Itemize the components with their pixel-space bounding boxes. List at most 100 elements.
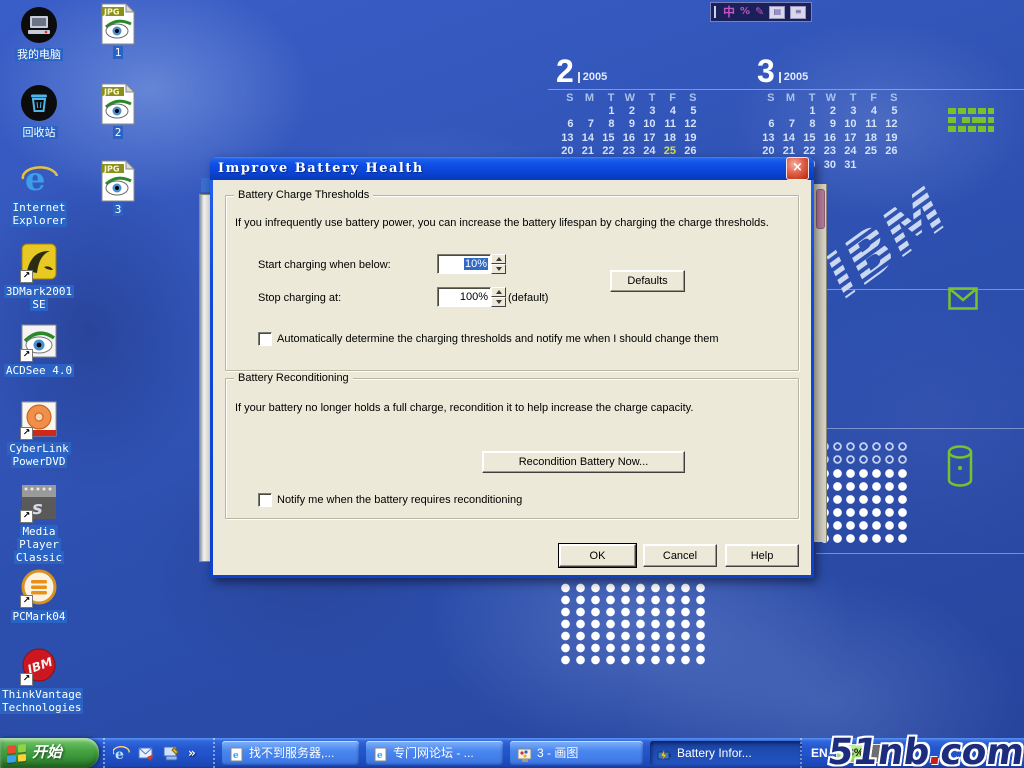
calendar-day: 14 bbox=[577, 132, 598, 145]
group-title: Battery Reconditioning bbox=[234, 372, 353, 385]
desktop-icon-3dmark2001[interactable]: ↗ 3DMark2001 SE bbox=[0, 242, 78, 311]
calendar-day: 18 bbox=[659, 132, 680, 145]
calendar-weekday: F bbox=[659, 92, 680, 105]
dot-grid bbox=[558, 582, 710, 666]
cylinder-icon bbox=[946, 444, 974, 488]
task-button-paint[interactable]: 3 - 画图 bbox=[510, 741, 643, 765]
dialog-titlebar[interactable]: Improve Battery Health × bbox=[210, 157, 814, 180]
start-threshold-input[interactable]: 10% bbox=[437, 254, 491, 274]
quick-launch-overflow-chevron[interactable]: » bbox=[188, 746, 196, 760]
calendar-day: 14 bbox=[778, 132, 799, 145]
desktop-icon-internet-explorer[interactable]: e Internet Explorer bbox=[0, 158, 78, 227]
task-button-forum[interactable]: e 专门网论坛 - ... bbox=[366, 741, 503, 765]
language-bar-grip-icon[interactable] bbox=[714, 6, 718, 18]
start-threshold-spinner: 10% bbox=[437, 254, 506, 274]
task-button-label: Battery Infor... bbox=[677, 741, 752, 765]
language-bar[interactable]: 中 % ✎ ▤ ≡ bbox=[710, 2, 812, 22]
internet-explorer-icon[interactable]: e bbox=[113, 745, 130, 762]
start-button[interactable]: 开始 bbox=[0, 738, 99, 768]
auto-determine-checkbox[interactable] bbox=[258, 332, 272, 346]
desktop-icon-recycle-bin[interactable]: 回收站 bbox=[0, 83, 78, 139]
calendar-day: 8 bbox=[798, 118, 819, 131]
ime-pen-icon[interactable]: ✎ bbox=[755, 5, 764, 19]
paint-icon bbox=[517, 746, 532, 761]
stop-threshold-input[interactable]: 100% bbox=[437, 287, 491, 307]
calendar-weekday: S bbox=[757, 92, 778, 105]
my-computer-icon bbox=[19, 5, 59, 47]
notify-reconditioning-label[interactable]: Notify me when the battery requires reco… bbox=[277, 493, 522, 507]
svg-text:e: e bbox=[233, 751, 239, 761]
calendar-day: 2 bbox=[618, 105, 639, 118]
group-title: Battery Charge Thresholds bbox=[234, 189, 373, 202]
calendar-weekday: S bbox=[679, 92, 700, 105]
desktop: IBM 2 2005 SMTWTFS1234567891011121314151… bbox=[0, 0, 1024, 768]
calendar-weekday: T bbox=[638, 92, 659, 105]
battery-icon bbox=[657, 746, 672, 761]
calendar-weekday: T bbox=[597, 92, 618, 105]
desktop-icon-pcmark04[interactable]: ↗ PCMark04 bbox=[0, 567, 78, 623]
calendar-day: 19 bbox=[880, 132, 901, 145]
shortcut-arrow-icon: ↗ bbox=[20, 673, 33, 686]
ime-fullwidth-icon[interactable]: % bbox=[740, 5, 750, 19]
battery-percent: 58% bbox=[842, 746, 864, 761]
task-button-label: 专门网论坛 - ... bbox=[393, 741, 474, 765]
calendar-day: 7 bbox=[778, 118, 799, 131]
recondition-now-button[interactable]: Recondition Battery Now... bbox=[482, 451, 685, 473]
calendar-day: 9 bbox=[819, 118, 840, 131]
close-button[interactable]: × bbox=[786, 157, 809, 180]
calendar-day: 11 bbox=[659, 118, 680, 131]
calendar-day: 8 bbox=[597, 118, 618, 131]
cancel-button[interactable]: Cancel bbox=[643, 544, 717, 567]
calendar-march-2005: 3 2005 SMTWTFS12345678910111213141516171… bbox=[757, 56, 901, 172]
desktop-icon-jpg-1[interactable]: JPG 1 bbox=[79, 3, 157, 59]
tray-battery-meter[interactable]: 58% bbox=[836, 744, 884, 763]
spin-down-button[interactable] bbox=[491, 297, 506, 307]
spin-up-button[interactable] bbox=[491, 287, 506, 297]
desktop-icon-powerdvd[interactable]: ↗ CyberLink PowerDVD bbox=[0, 399, 78, 468]
defaults-button[interactable]: Defaults bbox=[610, 270, 685, 292]
pcmark04-icon: ↗ bbox=[19, 567, 59, 609]
calendar-day: 17 bbox=[839, 132, 860, 145]
desktop-icon-thinkvantage[interactable]: IBM ↗ ThinkVantage Technologies bbox=[0, 645, 78, 714]
calendar-day: 30 bbox=[819, 159, 840, 172]
up-arrow-icon bbox=[496, 290, 502, 294]
task-button-battery-information[interactable]: Battery Infor... bbox=[650, 741, 802, 765]
notify-reconditioning-checkbox[interactable] bbox=[258, 493, 272, 507]
stop-charging-label: Stop charging at: bbox=[258, 291, 341, 305]
spin-up-button[interactable] bbox=[491, 254, 506, 264]
calendar-weekday: T bbox=[798, 92, 819, 105]
ie-page-icon: e bbox=[229, 746, 244, 761]
calendar-day: 6 bbox=[757, 118, 778, 131]
language-indicator[interactable]: EN bbox=[811, 746, 828, 760]
tray-notification-icon[interactable] bbox=[892, 747, 902, 760]
calendar-day: 24 bbox=[839, 145, 860, 158]
ime-chinese-icon[interactable]: 中 bbox=[723, 5, 735, 19]
desktop-icon-jpg-2[interactable]: JPG 2 bbox=[79, 83, 157, 139]
help-button[interactable]: Help bbox=[725, 544, 799, 567]
ok-button[interactable]: OK bbox=[559, 544, 636, 567]
calendar-day: 31 bbox=[839, 159, 860, 172]
wallpaper-line bbox=[816, 553, 1024, 554]
3dmark2001-icon: ↗ bbox=[19, 242, 59, 284]
wallpaper-line bbox=[816, 428, 1024, 429]
calendar-day: 1 bbox=[597, 105, 618, 118]
quick-launch-bar: e » bbox=[103, 738, 215, 768]
jpg-file-icon: JPG bbox=[98, 83, 138, 125]
calendar-weekday: M bbox=[778, 92, 799, 105]
ime-menu-icon[interactable]: ≡ bbox=[790, 6, 806, 19]
desktop-icon-media-player-classic[interactable]: s ↗ Media Player Classic bbox=[0, 482, 78, 564]
envelope-icon bbox=[948, 287, 978, 310]
show-desktop-icon[interactable] bbox=[163, 745, 180, 762]
spin-down-button[interactable] bbox=[491, 264, 506, 274]
svg-text:s: s bbox=[32, 498, 43, 519]
calendar-day: 18 bbox=[860, 132, 881, 145]
desktop-icon-my-computer[interactable]: 我的电脑 bbox=[0, 5, 78, 61]
ime-keyboard-icon[interactable]: ▤ bbox=[769, 6, 785, 19]
task-button-server-not-found[interactable]: e 找不到服务器,... bbox=[222, 741, 359, 765]
desktop-icon-acdsee[interactable]: ↗ ACDSee 4.0 bbox=[0, 321, 78, 377]
auto-determine-label[interactable]: Automatically determine the charging thr… bbox=[277, 332, 718, 346]
calendar-day: 10 bbox=[839, 118, 860, 131]
desktop-icon-jpg-3[interactable]: JPG 3 bbox=[79, 160, 157, 216]
outlook-express-icon[interactable] bbox=[138, 745, 155, 762]
svg-text:e: e bbox=[115, 747, 124, 762]
